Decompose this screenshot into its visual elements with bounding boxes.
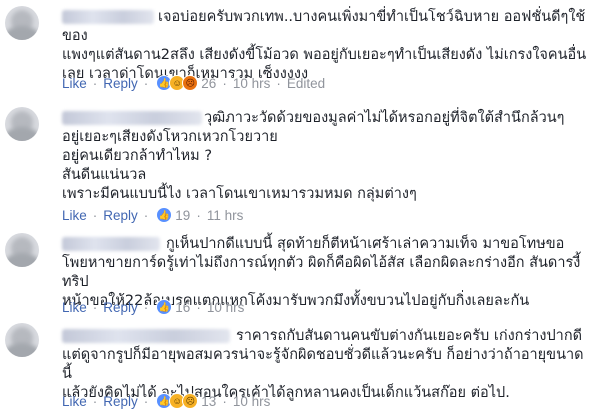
avatar[interactable]: [5, 233, 39, 267]
comment-2: วุฒิภาวะวัดด้วยของมูลค่าไม่ได้หรอกอยู่ที…: [0, 100, 600, 225]
reply-button[interactable]: Reply: [103, 76, 138, 91]
comment-actions: Like · Reply · 👍 ☺ ☹ 26 · 10 hrs · Edite…: [62, 75, 326, 91]
comment-3: กูเห็นปากดีแบบนี้ สุดท้ายก็ตีหน้าเศร้าเล…: [0, 225, 600, 317]
reactions[interactable]: 👍 ☺ ☹ 13: [156, 393, 216, 409]
timestamp[interactable]: 10 hrs: [233, 76, 271, 91]
like-button[interactable]: Like: [62, 394, 87, 409]
reaction-count: 16: [175, 299, 191, 315]
reply-button[interactable]: Reply: [103, 208, 138, 223]
sad-icon: ☹: [182, 393, 199, 409]
timestamp[interactable]: 10 hrs: [207, 300, 245, 315]
comment-4: ราคารถกับสันดานคนขับต่างกันเยอะครับ เก่ง…: [0, 317, 600, 412]
like-button[interactable]: Like: [62, 76, 87, 91]
avatar[interactable]: [5, 107, 39, 141]
comment-text: วุฒิภาวะวัดด้วยของมูลค่าไม่ได้หรอกอยู่ที…: [62, 110, 565, 202]
reaction-count: 19: [175, 207, 191, 223]
reply-button[interactable]: Reply: [103, 300, 138, 315]
edited-label[interactable]: Edited: [287, 76, 325, 91]
avatar[interactable]: [5, 6, 39, 40]
reply-button[interactable]: Reply: [103, 394, 138, 409]
comment-actions: Like · Reply · 👍 16 · 10 hrs: [62, 299, 245, 315]
reactions[interactable]: 👍 ☺ ☹ 26: [156, 75, 216, 91]
comment-text: เจอบ่อยครับพวกเทพ..บางคนเพิ่งมาขี่ทำเป็น…: [62, 9, 587, 82]
comment-actions: Like · Reply · 👍 ☺ ☹ 13 · 10 hrs: [62, 393, 271, 409]
like-button[interactable]: Like: [62, 300, 87, 315]
reaction-count: 26: [201, 75, 217, 91]
comment-actions: Like · Reply · 👍 19 · 11 hrs: [62, 207, 244, 223]
like-button[interactable]: Like: [62, 208, 87, 223]
reactions[interactable]: 👍 19: [156, 207, 190, 223]
comment-text: ราคารถกับสันดานคนขับต่างกันเยอะครับ เก่ง…: [62, 328, 584, 401]
reactions[interactable]: 👍 16: [156, 299, 190, 315]
reaction-count: 13: [201, 393, 217, 409]
angry-icon: ☹: [182, 75, 199, 91]
avatar[interactable]: [5, 323, 39, 357]
timestamp[interactable]: 10 hrs: [233, 394, 271, 409]
like-icon: 👍: [156, 207, 173, 223]
like-icon: 👍: [156, 299, 173, 315]
comment-1: เจอบ่อยครับพวกเทพ..บางคนเพิ่งมาขี่ทำเป็น…: [0, 0, 600, 100]
timestamp[interactable]: 11 hrs: [207, 208, 244, 223]
